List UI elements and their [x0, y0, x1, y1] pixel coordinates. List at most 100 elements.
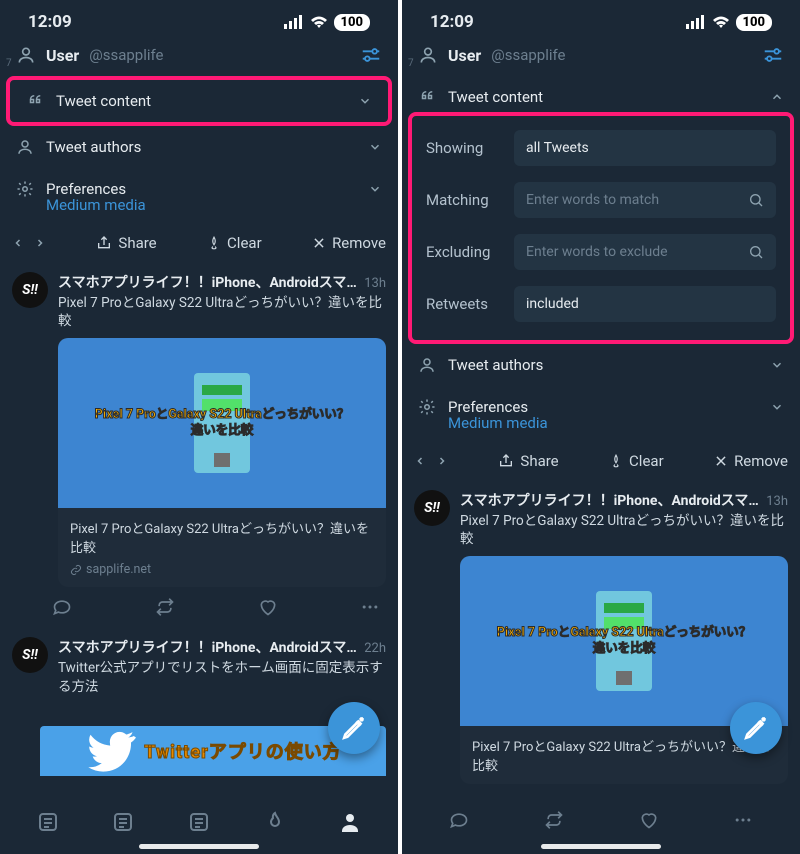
- filter-showing[interactable]: Showing all Tweets: [412, 122, 790, 174]
- tweet-item[interactable]: S!! スマホアプリライフ！！iPhone、Androidスマ… 22h Twi…: [0, 627, 398, 695]
- like-icon[interactable]: [258, 597, 278, 617]
- user-name: User: [448, 46, 481, 65]
- tweet-item[interactable]: S!! スマホアプリライフ！！iPhone、Androidスマ… 13h Pix…: [0, 262, 398, 587]
- section-label: Preferences: [448, 398, 528, 416]
- more-icon[interactable]: [360, 597, 380, 617]
- share-button[interactable]: Share: [498, 452, 558, 470]
- card-title: Pixel 7 ProとGalaxy S22 Ultraどっちがいい？違いを比較: [472, 736, 776, 774]
- clear-button[interactable]: Clear: [609, 452, 664, 470]
- banner-text: Twitterアプリの使い方: [144, 738, 342, 764]
- tab-trending[interactable]: [263, 810, 287, 834]
- status-bar: 12:09 100: [0, 0, 398, 36]
- share-label: Share: [520, 452, 558, 470]
- filter-value[interactable]: all Tweets: [514, 130, 776, 166]
- filter-value[interactable]: included: [514, 286, 776, 322]
- filter-retweets[interactable]: Retweets included: [412, 278, 790, 330]
- tweet-actions-row: [0, 587, 398, 627]
- avatar[interactable]: S!!: [414, 490, 450, 526]
- remove-button[interactable]: Remove: [714, 452, 788, 470]
- filter-label: Excluding: [426, 243, 504, 261]
- tweet-time: 22h: [364, 641, 386, 656]
- like-icon[interactable]: [639, 810, 659, 830]
- tweet-author-name: スマホアプリライフ！！iPhone、Androidスマ…: [58, 272, 358, 292]
- tweet-time: 13h: [364, 276, 386, 291]
- section-label: Tweet authors: [46, 138, 141, 156]
- compose-fab[interactable]: [328, 702, 380, 754]
- link-card[interactable]: Pixel 7 ProとGalaxy S22 Ultraどっちがいい？ 違いを比…: [460, 556, 788, 784]
- section-tweet-authors[interactable]: Tweet authors: [0, 126, 398, 168]
- avatar[interactable]: S!!: [12, 637, 48, 673]
- search-icon: [748, 244, 764, 260]
- battery-badge: 100: [334, 14, 371, 31]
- user-icon: [418, 45, 438, 65]
- tab-timeline-2[interactable]: [111, 810, 135, 834]
- tab-timeline-3[interactable]: [187, 810, 211, 834]
- filter-label: Retweets: [426, 295, 504, 313]
- retweet-icon[interactable]: [543, 810, 565, 830]
- section-tweet-content[interactable]: Tweet content: [402, 76, 800, 112]
- tab-profile[interactable]: [338, 810, 362, 834]
- reply-icon[interactable]: [52, 597, 72, 617]
- section-preferences[interactable]: Preferences: [402, 386, 800, 420]
- filter-excluding[interactable]: Excluding Enter words to exclude: [412, 226, 790, 278]
- user-header[interactable]: User @ssapplife: [402, 36, 800, 76]
- battery-badge: 100: [736, 14, 773, 31]
- tab-timeline-1[interactable]: [36, 810, 60, 834]
- share-label: Share: [118, 234, 156, 252]
- section-label: Tweet authors: [448, 356, 543, 374]
- next-arrow-icon[interactable]: [34, 236, 46, 250]
- filter-input[interactable]: Enter words to exclude: [514, 234, 776, 270]
- tweet-content-highlight: Tweet content: [6, 76, 392, 126]
- chevron-down-icon: [770, 358, 784, 372]
- tweet-text: Twitter公式アプリでリストをホーム画面に固定表示する方法: [58, 659, 386, 695]
- tweet-text: Pixel 7 ProとGalaxy S22 Ultraどっちがいい？違いを比較: [460, 512, 788, 548]
- avatar[interactable]: S!!: [12, 272, 48, 308]
- prev-arrow-icon[interactable]: [414, 454, 426, 468]
- clear-button[interactable]: Clear: [207, 234, 262, 252]
- user-header[interactable]: User @ssapplife: [0, 36, 398, 76]
- status-right: 100: [686, 14, 773, 31]
- card-title: Pixel 7 ProとGalaxy S22 Ultraどっちがいい？違いを比較: [70, 518, 374, 556]
- link-card[interactable]: Pixel 7 ProとGalaxy S22 Ultraどっちがいい？ 違いを比…: [58, 338, 386, 587]
- user-icon: [16, 45, 36, 65]
- clear-label: Clear: [629, 452, 664, 470]
- retweet-icon[interactable]: [154, 597, 176, 617]
- filter-label: Matching: [426, 191, 504, 209]
- section-tweet-content[interactable]: Tweet content: [10, 80, 388, 122]
- more-icon[interactable]: [733, 810, 753, 830]
- chevron-down-icon: [368, 140, 382, 154]
- section-label: Tweet content: [56, 92, 151, 110]
- section-tweet-authors[interactable]: Tweet authors: [402, 344, 800, 386]
- tweet-author-name: スマホアプリライフ！！iPhone、Androidスマ…: [58, 637, 358, 657]
- home-indicator: [139, 844, 259, 849]
- prev-arrow-icon[interactable]: [12, 236, 24, 250]
- quote-icon: [26, 92, 44, 110]
- tweet-author-name: スマホアプリライフ！！iPhone、Androidスマ…: [460, 490, 760, 510]
- tweet-text: Pixel 7 ProとGalaxy S22 Ultraどっちがいい？違いを比較: [58, 294, 386, 330]
- filters-icon[interactable]: [360, 44, 382, 66]
- remove-button[interactable]: Remove: [312, 234, 386, 252]
- phone-left: 12:09 100 7 User @ssapplife Tweet conten…: [0, 0, 398, 854]
- column-index: 7: [6, 58, 12, 69]
- share-button[interactable]: Share: [96, 234, 156, 252]
- card-overlay-text: Pixel 7 ProとGalaxy S22 Ultraどっちがいい？ 違いを比…: [497, 625, 751, 659]
- card-domain: sapplife.net: [70, 562, 374, 577]
- filters-icon[interactable]: [762, 44, 784, 66]
- section-label: Preferences: [46, 180, 126, 198]
- chevron-down-icon: [358, 94, 372, 108]
- status-time: 12:09: [430, 12, 474, 32]
- section-preferences[interactable]: Preferences: [0, 168, 398, 202]
- card-overlay-text: Pixel 7 ProとGalaxy S22 Ultraどっちがいい？ 違いを比…: [95, 407, 349, 441]
- filter-input[interactable]: Enter words to match: [514, 182, 776, 218]
- remove-label: Remove: [332, 234, 386, 252]
- reply-icon[interactable]: [449, 810, 469, 830]
- section-label: Tweet content: [448, 88, 543, 106]
- next-arrow-icon[interactable]: [436, 454, 448, 468]
- column-actions: Share Clear Remove: [0, 224, 398, 262]
- card-image: Pixel 7 ProとGalaxy S22 Ultraどっちがいい？ 違いを比…: [460, 556, 788, 726]
- compose-fab[interactable]: [730, 702, 782, 754]
- status-time: 12:09: [28, 12, 72, 32]
- filter-matching[interactable]: Matching Enter words to match: [412, 174, 790, 226]
- status-right: 100: [284, 14, 371, 31]
- column-index: 7: [408, 58, 414, 69]
